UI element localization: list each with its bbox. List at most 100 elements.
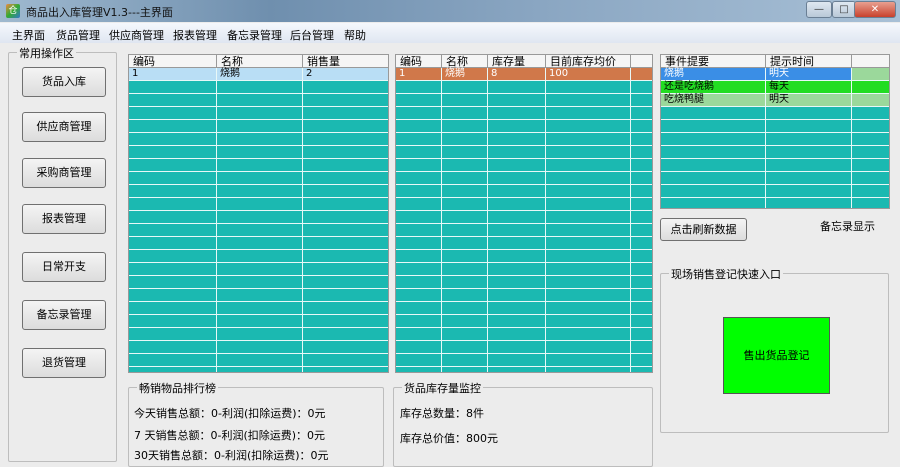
- table-cell: 8: [488, 68, 546, 80]
- table-row[interactable]: 1 烧鹅 2: [129, 68, 388, 81]
- goods-inbound-button[interactable]: 货品入库: [22, 67, 106, 97]
- table-row[interactable]: [129, 276, 388, 289]
- table-row[interactable]: [396, 159, 652, 172]
- table-row[interactable]: [396, 107, 652, 120]
- table-row[interactable]: [396, 328, 652, 341]
- table-row[interactable]: 吃烧鸭腿 明天: [661, 94, 889, 107]
- table-row[interactable]: [129, 224, 388, 237]
- table-row[interactable]: [661, 107, 889, 120]
- column-header[interactable]: [852, 55, 889, 68]
- table-row[interactable]: [396, 224, 652, 237]
- table-row[interactable]: [396, 302, 652, 315]
- column-header[interactable]: 编码: [396, 55, 442, 68]
- minimize-button[interactable]: —: [806, 1, 832, 18]
- table-row[interactable]: [396, 237, 652, 250]
- table-row[interactable]: 还是吃烧鹅 每天: [661, 81, 889, 94]
- table-cell: [396, 107, 442, 119]
- column-header[interactable]: 销售量: [303, 55, 388, 68]
- table-row[interactable]: [396, 133, 652, 146]
- table-row[interactable]: [396, 94, 652, 107]
- table-row[interactable]: [129, 159, 388, 172]
- menu-home[interactable]: 主界面: [12, 27, 45, 43]
- table-row[interactable]: [396, 172, 652, 185]
- table-row[interactable]: [396, 367, 652, 372]
- table-row[interactable]: [129, 354, 388, 367]
- table-row[interactable]: [396, 263, 652, 276]
- table-row[interactable]: [129, 107, 388, 120]
- menu-help[interactable]: 帮助: [344, 27, 366, 43]
- table-row[interactable]: [129, 185, 388, 198]
- table-row[interactable]: [396, 211, 652, 224]
- reports-button[interactable]: 报表管理: [22, 204, 106, 234]
- column-header[interactable]: 编码: [129, 55, 217, 68]
- memo-button[interactable]: 备忘录管理: [22, 300, 106, 330]
- table-row[interactable]: [129, 81, 388, 94]
- table-row[interactable]: [129, 289, 388, 302]
- maximize-button[interactable]: □: [832, 1, 856, 18]
- memo-grid[interactable]: 事件提要 提示时间 烧鹅 明天 还是吃烧鹅 每天 吃烧鸭腿 明天: [660, 54, 890, 209]
- table-row[interactable]: [129, 237, 388, 250]
- table-row[interactable]: 1 烧鹅 8 100: [396, 68, 652, 81]
- menu-memo[interactable]: 备忘录管理: [227, 27, 282, 43]
- table-cell: [631, 341, 652, 353]
- table-row[interactable]: [129, 328, 388, 341]
- table-cell: [217, 120, 303, 132]
- table-row[interactable]: [396, 120, 652, 133]
- table-row[interactable]: [661, 159, 889, 172]
- table-row[interactable]: [129, 120, 388, 133]
- table-cell: [303, 185, 388, 197]
- table-row[interactable]: [129, 250, 388, 263]
- table-row[interactable]: [129, 315, 388, 328]
- table-row[interactable]: [129, 146, 388, 159]
- table-row[interactable]: [661, 133, 889, 146]
- table-row[interactable]: [129, 211, 388, 224]
- table-row[interactable]: [396, 289, 652, 302]
- table-row[interactable]: [661, 120, 889, 133]
- column-header[interactable]: [631, 55, 652, 68]
- table-row[interactable]: [129, 172, 388, 185]
- table-row[interactable]: [396, 341, 652, 354]
- expenses-button[interactable]: 日常开支: [22, 252, 106, 282]
- table-row[interactable]: [129, 367, 388, 372]
- column-header[interactable]: 名称: [442, 55, 488, 68]
- table-row[interactable]: [129, 94, 388, 107]
- table-row[interactable]: [396, 315, 652, 328]
- table-row[interactable]: [396, 250, 652, 263]
- menu-goods[interactable]: 货品管理: [56, 27, 100, 43]
- sell-goods-button[interactable]: 售出货品登记: [723, 317, 830, 394]
- column-header[interactable]: 名称: [217, 55, 303, 68]
- table-row[interactable]: [129, 198, 388, 211]
- menu-admin[interactable]: 后台管理: [290, 27, 334, 43]
- column-header[interactable]: 库存量: [488, 55, 546, 68]
- table-row[interactable]: [396, 276, 652, 289]
- stock-grid[interactable]: 编码 名称 库存量 目前库存均价 1 烧鹅 8 100: [395, 54, 653, 373]
- column-header[interactable]: 提示时间: [766, 55, 852, 68]
- table-cell: [217, 250, 303, 262]
- returns-button[interactable]: 退货管理: [22, 348, 106, 378]
- refresh-data-button[interactable]: 点击刷新数据: [660, 218, 747, 241]
- table-row[interactable]: [129, 302, 388, 315]
- table-row[interactable]: [396, 81, 652, 94]
- table-row[interactable]: [661, 146, 889, 159]
- table-row[interactable]: [396, 198, 652, 211]
- table-row[interactable]: [661, 198, 889, 208]
- table-row[interactable]: [396, 354, 652, 367]
- menu-supplier[interactable]: 供应商管理: [109, 27, 164, 43]
- column-header[interactable]: 目前库存均价: [546, 55, 631, 68]
- table-row[interactable]: [661, 172, 889, 185]
- table-row[interactable]: [129, 133, 388, 146]
- table-row[interactable]: 烧鹅 明天: [661, 68, 889, 81]
- table-cell: 2: [303, 68, 388, 80]
- table-cell: [546, 289, 631, 301]
- table-row[interactable]: [129, 263, 388, 276]
- close-button[interactable]: ✕: [854, 1, 896, 18]
- supplier-button[interactable]: 供应商管理: [22, 112, 106, 142]
- table-row[interactable]: [661, 185, 889, 198]
- table-row[interactable]: [129, 341, 388, 354]
- purchaser-button[interactable]: 采购商管理: [22, 158, 106, 188]
- column-header[interactable]: 事件提要: [661, 55, 766, 68]
- table-row[interactable]: [396, 185, 652, 198]
- table-row[interactable]: [396, 146, 652, 159]
- sales-grid[interactable]: 编码 名称 销售量 1 烧鹅 2: [128, 54, 389, 373]
- menu-reports[interactable]: 报表管理: [173, 27, 217, 43]
